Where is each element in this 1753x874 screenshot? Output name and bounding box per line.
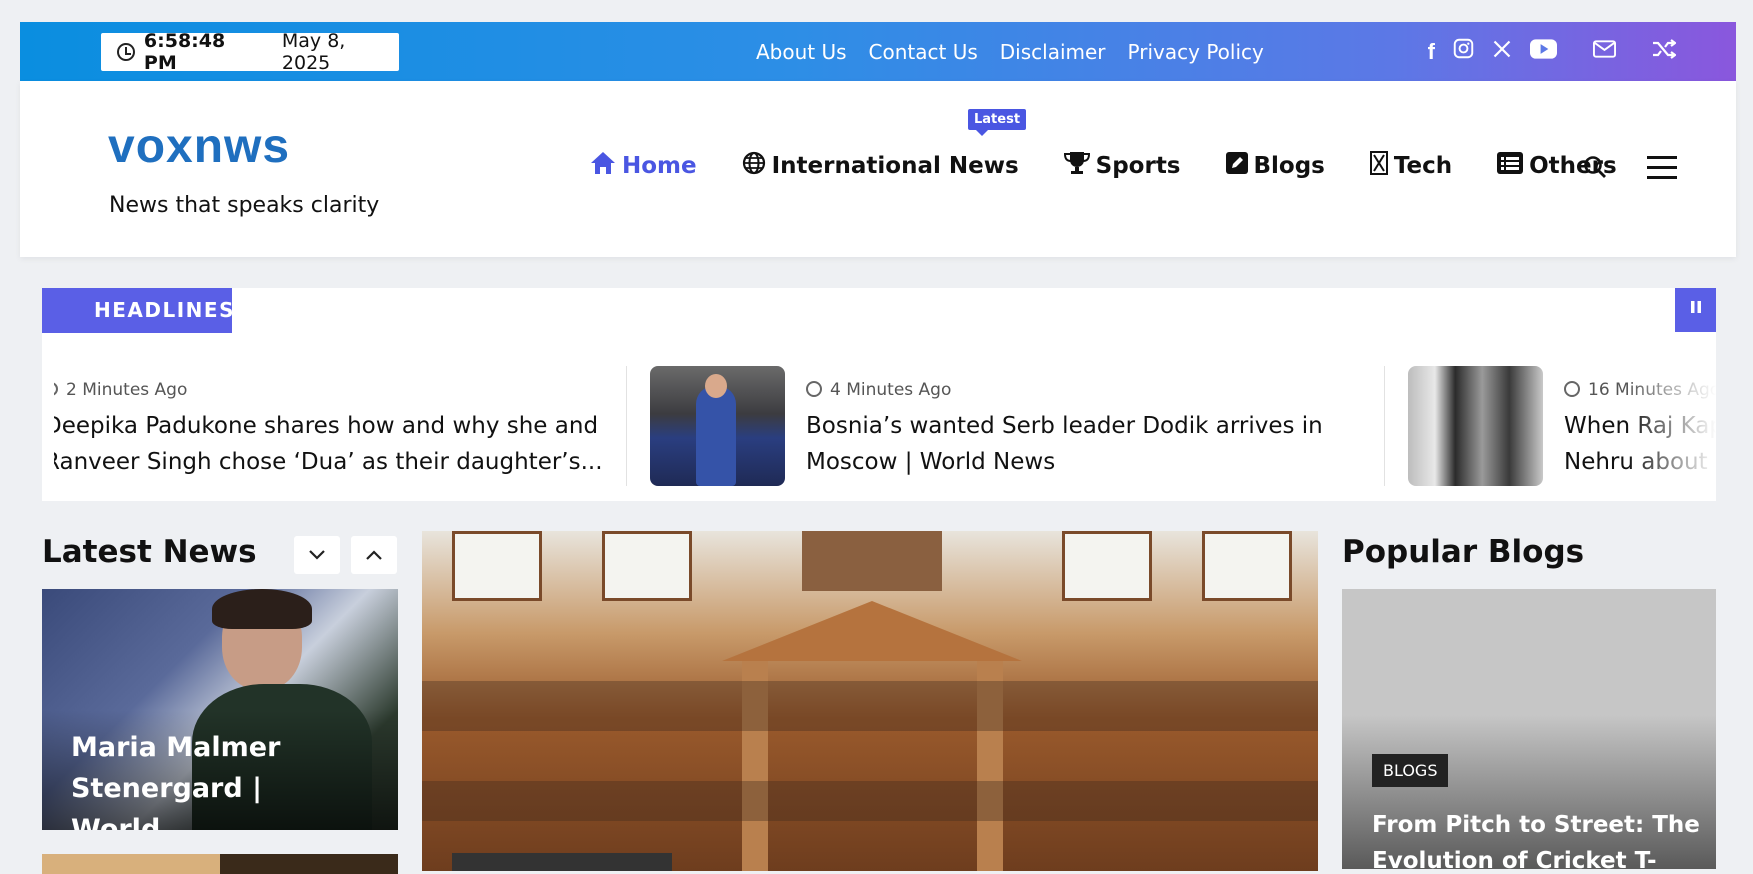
headline-thumbnail[interactable]	[650, 366, 785, 486]
site-tagline: News that speaks clarity	[109, 193, 380, 218]
person-hair	[212, 589, 312, 629]
ticker-fade	[1626, 348, 1716, 501]
featured-category-tag[interactable]	[452, 853, 672, 871]
pediment	[722, 601, 1022, 661]
youtube-icon[interactable]	[1530, 38, 1557, 65]
nav-label-blogs: Blogs	[1253, 153, 1325, 179]
latest-news-card[interactable]: Maria Malmer Stenergard | World...	[42, 589, 398, 830]
headlines-label: HEADLINES	[42, 288, 233, 333]
facebook-icon[interactable]: f	[1428, 39, 1435, 65]
headline-title[interactable]: Deepika Padukone shares how and why she …	[54, 408, 603, 480]
gallery	[422, 681, 1318, 731]
popular-blog-title[interactable]: From Pitch to Street: The Evolution of C…	[1372, 807, 1702, 869]
pen-square-icon	[1225, 152, 1248, 180]
divider	[626, 366, 627, 486]
scroll-down-button[interactable]	[294, 536, 340, 574]
trophy-icon	[1063, 151, 1090, 181]
search-icon[interactable]	[1583, 155, 1606, 178]
nav-label-sports: Sports	[1095, 153, 1181, 179]
latest-news-card-next[interactable]	[42, 854, 398, 874]
window	[1062, 531, 1152, 601]
person-head	[705, 374, 727, 398]
window	[602, 531, 692, 601]
site-header: voxnws News that speaks clarity Latest H…	[20, 81, 1736, 257]
nav-label-tech: Tech	[1393, 153, 1453, 179]
blog-category-tag[interactable]: BLOGS	[1372, 754, 1449, 787]
current-time: 6:58:48 PM	[143, 30, 226, 74]
clock-icon	[54, 382, 58, 396]
nav-item-sports[interactable]: Sports	[1063, 151, 1181, 181]
latest-news-title[interactable]: Maria Malmer Stenergard | World...	[71, 727, 371, 830]
top-links: About Us Contact Us Disclaimer Privacy P…	[756, 22, 1264, 81]
popular-blogs-heading: Popular Blogs	[1342, 534, 1585, 570]
home-icon	[590, 151, 616, 181]
headline-thumbnail[interactable]	[1408, 366, 1543, 486]
person-figure	[696, 386, 736, 486]
link-disclaimer[interactable]: Disclaimer	[1000, 40, 1106, 64]
crest	[802, 531, 942, 591]
instagram-icon[interactable]	[1453, 38, 1474, 65]
popular-blog-card[interactable]: BLOGS From Pitch to Street: The Evolutio…	[1342, 589, 1716, 869]
window	[1202, 531, 1292, 601]
pause-button[interactable]	[1675, 288, 1716, 332]
clock-icon	[117, 43, 135, 61]
mail-icon[interactable]	[1593, 39, 1616, 64]
nav-item-international-news[interactable]: International News	[742, 151, 1019, 181]
globe-icon	[742, 151, 766, 181]
nav-item-blogs[interactable]: Blogs	[1225, 152, 1325, 180]
social-links: f	[1410, 22, 1677, 81]
x-icon[interactable]	[1492, 39, 1512, 65]
divider	[1384, 366, 1385, 486]
hourglass-icon	[1369, 151, 1388, 181]
headline-item[interactable]: 2 Minutes Ago Deepika Padukone shares ho…	[54, 366, 614, 486]
headline-title[interactable]: Bosnia’s wanted Serb leader Dodik arrive…	[806, 408, 1323, 480]
current-date: May 8, 2025	[281, 30, 346, 74]
clock-widget: 6:58:48 PM May 8, 2025	[101, 30, 399, 74]
menu-icon[interactable]	[1647, 156, 1677, 180]
headline-time: 2 Minutes Ago	[54, 380, 187, 400]
gallery	[422, 781, 1318, 821]
scroll-up-button[interactable]	[351, 536, 397, 574]
link-contact-us[interactable]: Contact Us	[869, 40, 978, 64]
top-bar: 6:58:48 PM May 8, 2025 About Us Contact …	[20, 22, 1736, 81]
window	[452, 531, 542, 601]
nav-item-tech[interactable]: Tech	[1369, 151, 1453, 181]
headline-time: 4 Minutes Ago	[806, 380, 951, 400]
latest-badge: Latest	[968, 109, 1027, 136]
clock-icon	[806, 381, 822, 397]
link-privacy-policy[interactable]: Privacy Policy	[1128, 40, 1264, 64]
featured-image[interactable]	[422, 531, 1318, 871]
nav-label-home: Home	[622, 153, 697, 179]
shuffle-icon[interactable]	[1652, 38, 1677, 65]
headline-item[interactable]: 4 Minutes Ago Bosnia’s wanted Serb leade…	[650, 366, 1370, 486]
site-logo[interactable]: voxnws	[108, 119, 290, 174]
list-icon	[1497, 152, 1524, 180]
latest-news-heading: Latest News	[42, 534, 257, 570]
main-nav: Home International News Sports Blogs Tec…	[590, 151, 1662, 181]
nav-item-home[interactable]: Home	[590, 151, 697, 181]
link-about-us[interactable]: About Us	[756, 40, 847, 64]
headlines-ticker: HEADLINES 2 Minutes Ago Deepika Padukone…	[42, 288, 1716, 501]
nav-label-international-news: International News	[771, 153, 1019, 179]
clock-icon	[1564, 381, 1580, 397]
